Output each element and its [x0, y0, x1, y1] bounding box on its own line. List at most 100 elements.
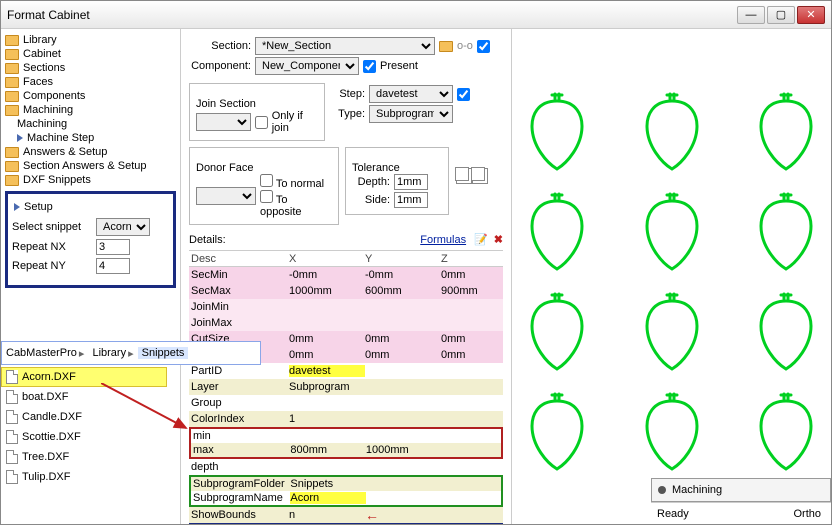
repeat-ny-input[interactable] [96, 258, 130, 274]
file-item[interactable]: Scottie.DXF [1, 427, 167, 447]
file-list[interactable]: Acorn.DXF boat.DXF Candle.DXF Scottie.DX… [1, 367, 167, 487]
formulas-link[interactable]: Formulas [420, 234, 466, 246]
maximize-button[interactable]: ▢ [767, 6, 795, 24]
tree-item[interactable]: Components [23, 90, 85, 102]
side-label: Side: [352, 194, 390, 206]
tree-item[interactable]: Faces [23, 76, 53, 88]
only-if-join-label: Only if join [272, 110, 318, 134]
details-grid[interactable]: Desc X Y Z SecMin-0mm-0mm0mmSecMax1000mm… [189, 250, 503, 524]
status-bar: Ready Ortho [651, 502, 831, 524]
only-if-join-checkbox[interactable] [255, 116, 268, 129]
tree-item[interactable]: Library [23, 34, 57, 46]
type-dropdown[interactable]: Subprogram [369, 105, 453, 123]
grid-row[interactable]: ColorIndex1 [189, 411, 503, 427]
component-label: Component: [189, 60, 251, 72]
tolerance-legend: Tolerance [352, 162, 400, 174]
crumb-3[interactable]: Snippets [142, 347, 185, 359]
col-x[interactable]: X [289, 253, 365, 265]
section-label: Section: [189, 40, 251, 52]
tree-item[interactable]: DXF Snippets [23, 174, 91, 186]
paste-icon[interactable] [471, 167, 485, 181]
tree-item[interactable]: Answers & Setup [23, 146, 107, 158]
col-desc[interactable]: Desc [189, 253, 289, 265]
delete-icon[interactable]: ✖ [494, 233, 503, 246]
side-input[interactable] [394, 192, 428, 208]
annotation-arrow-icon: ← [365, 507, 379, 523]
donor-face-legend: Donor Face [196, 162, 253, 174]
grid-row[interactable]: Group [189, 395, 503, 411]
section-checkbox[interactable] [477, 40, 490, 53]
folder-icon[interactable] [439, 41, 453, 52]
component-dropdown[interactable]: New_Componer [255, 57, 359, 75]
breadcrumb[interactable]: CabMasterPro▸ Library▸ Snippets [1, 341, 261, 365]
titlebar: Format Cabinet — ▢ ✕ [1, 1, 831, 29]
join-section-group: Join Section Only if join [189, 83, 325, 141]
file-item[interactable]: Acorn.DXF [1, 367, 167, 387]
col-z[interactable]: Z [441, 253, 501, 265]
close-button[interactable]: ✕ [797, 6, 825, 24]
file-icon [6, 470, 18, 484]
join-dropdown[interactable] [196, 113, 251, 131]
tool-icon[interactable]: 📝 [474, 233, 488, 246]
step-checkbox[interactable] [457, 88, 470, 101]
tree-item-setup[interactable]: Setup [24, 201, 53, 213]
tree-item[interactable]: Machining [23, 104, 73, 116]
grid-row[interactable]: SecMin-0mm-0mm0mm [189, 267, 503, 283]
folder-icon [5, 161, 19, 172]
to-normal-checkbox[interactable] [260, 174, 273, 187]
details-label: Details: [189, 234, 420, 246]
minimize-button[interactable]: — [737, 6, 765, 24]
grid-row[interactable]: RepeatCount34 [189, 523, 503, 524]
arrow-icon [17, 134, 23, 142]
crumb-2[interactable]: Library [92, 347, 126, 359]
machining-tab[interactable]: Machining [651, 478, 831, 502]
grid-row[interactable]: JoinMax [189, 315, 503, 331]
grid-row[interactable]: SubprogramFolderSnippets [189, 475, 503, 491]
file-item[interactable]: Candle.DXF [1, 407, 167, 427]
file-item[interactable]: boat.DXF [1, 387, 167, 407]
grid-row[interactable]: depth [189, 459, 503, 475]
file-icon [6, 430, 18, 444]
folder-icon [5, 105, 19, 116]
step-dropdown[interactable]: davetest [369, 85, 453, 103]
folder-icon [5, 77, 19, 88]
repeat-nx-label: Repeat NX [12, 241, 92, 253]
col-y[interactable]: Y [365, 253, 441, 265]
setup-panel: Setup Select snippet Acorn Repeat NX Rep… [5, 191, 176, 288]
present-checkbox[interactable] [363, 60, 376, 73]
tree-item[interactable]: Machine Step [27, 132, 94, 144]
grid-row[interactable]: SecMax1000mm600mm900mm [189, 283, 503, 299]
tolerance-group: Tolerance Depth: Side: [345, 147, 449, 215]
folder-icon [5, 49, 19, 60]
acorn-grid [522, 79, 821, 491]
preview-pane[interactable]: Machining Ready Ortho [511, 29, 831, 524]
file-item[interactable]: Tree.DXF [1, 447, 167, 467]
select-snippet-dropdown[interactable]: Acorn [96, 218, 150, 236]
file-item[interactable]: Tulip.DXF [1, 467, 167, 487]
grid-row[interactable]: ShowBoundsn← [189, 507, 503, 523]
link-icon[interactable]: o-o [457, 40, 473, 52]
tab-label: Machining [672, 484, 722, 496]
repeat-nx-input[interactable] [96, 239, 130, 255]
donor-dropdown[interactable] [196, 187, 256, 205]
depth-input[interactable] [394, 174, 428, 190]
copy-icon[interactable] [455, 167, 469, 181]
section-dropdown[interactable]: *New_Section [255, 37, 435, 55]
file-icon [6, 410, 18, 424]
tree-item[interactable]: Sections [23, 62, 65, 74]
tree-item[interactable]: Cabinet [23, 48, 61, 60]
grid-row[interactable]: PartIDdavetest [189, 363, 503, 379]
tree-item[interactable]: Machining [17, 118, 67, 130]
grid-row[interactable]: JoinMin [189, 299, 503, 315]
to-normal-label: To normal [276, 178, 324, 190]
dot-icon [658, 486, 666, 494]
tree-item[interactable]: Section Answers & Setup [23, 160, 147, 172]
grid-row[interactable]: SubprogramNameAcorn [189, 491, 503, 507]
to-opposite-checkbox[interactable] [260, 190, 273, 203]
grid-row[interactable]: LayerSubprogram [189, 379, 503, 395]
crumb-1[interactable]: CabMasterPro [6, 347, 77, 359]
grid-row[interactable]: min [189, 427, 503, 443]
grid-row[interactable]: max800mm1000mm [189, 443, 503, 459]
repeat-ny-label: Repeat NY [12, 260, 92, 272]
join-section-legend: Join Section [196, 98, 256, 110]
